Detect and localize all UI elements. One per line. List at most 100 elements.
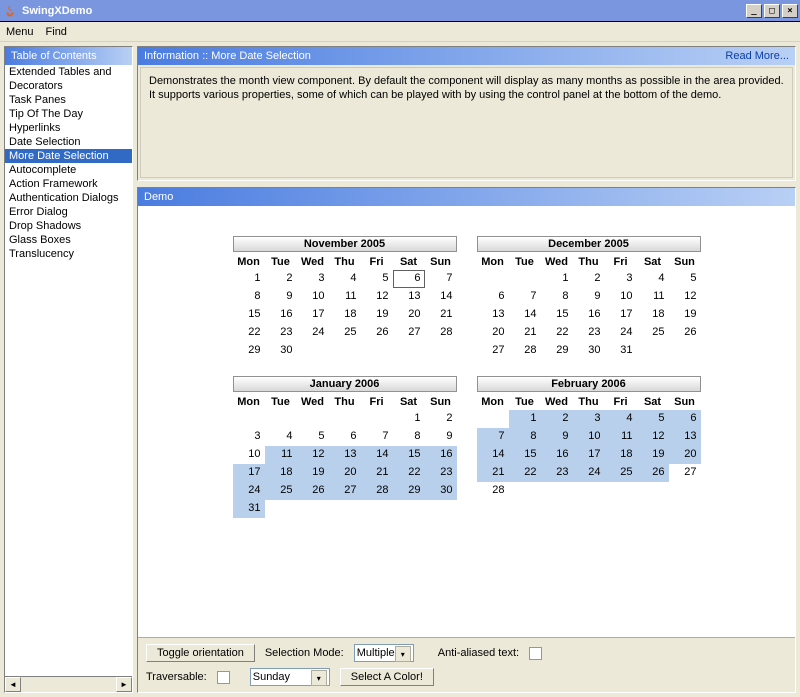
day-cell[interactable]: 29 <box>541 342 573 360</box>
day-cell[interactable]: 8 <box>509 428 541 446</box>
day-cell[interactable]: 29 <box>233 342 265 360</box>
first-dow-combo[interactable]: Sunday <box>250 668 330 686</box>
day-cell[interactable]: 12 <box>361 288 393 306</box>
day-cell[interactable]: 25 <box>329 324 361 342</box>
day-cell[interactable]: 6 <box>329 428 361 446</box>
scroll-right-icon[interactable]: ► <box>116 677 132 692</box>
day-cell[interactable]: 19 <box>669 306 701 324</box>
day-cell[interactable]: 13 <box>329 446 361 464</box>
day-cell[interactable]: 26 <box>637 464 669 482</box>
day-cell[interactable]: 18 <box>605 446 637 464</box>
sidebar-item[interactable]: Tip Of The Day <box>5 107 132 121</box>
day-cell[interactable]: 4 <box>265 428 297 446</box>
traversable-checkbox[interactable] <box>217 671 230 684</box>
day-cell[interactable]: 13 <box>669 428 701 446</box>
day-cell[interactable]: 16 <box>265 306 297 324</box>
day-cell[interactable]: 29 <box>393 482 425 500</box>
day-cell[interactable]: 3 <box>605 270 637 288</box>
day-cell[interactable]: 19 <box>297 464 329 482</box>
menu-menu[interactable]: Menu <box>6 26 34 38</box>
day-cell[interactable]: 12 <box>297 446 329 464</box>
day-cell[interactable]: 28 <box>425 324 457 342</box>
sidebar-item[interactable]: Hyperlinks <box>5 121 132 135</box>
day-cell[interactable]: 6 <box>477 288 509 306</box>
sidebar-item[interactable]: Action Framework <box>5 177 132 191</box>
sidebar-item[interactable]: Translucency <box>5 247 132 261</box>
sidebar-item[interactable]: Date Selection <box>5 135 132 149</box>
day-cell[interactable]: 9 <box>265 288 297 306</box>
sidebar-item[interactable]: Extended Tables and <box>5 65 132 79</box>
day-cell[interactable]: 10 <box>233 446 265 464</box>
day-cell[interactable]: 17 <box>233 464 265 482</box>
day-cell[interactable]: 19 <box>637 446 669 464</box>
day-cell[interactable]: 14 <box>361 446 393 464</box>
day-cell[interactable]: 1 <box>509 410 541 428</box>
day-cell[interactable]: 6 <box>393 270 425 288</box>
day-cell[interactable]: 6 <box>669 410 701 428</box>
day-cell[interactable]: 5 <box>637 410 669 428</box>
day-cell[interactable]: 1 <box>233 270 265 288</box>
day-cell[interactable]: 11 <box>637 288 669 306</box>
day-cell[interactable]: 12 <box>669 288 701 306</box>
day-cell[interactable]: 22 <box>541 324 573 342</box>
day-cell[interactable]: 22 <box>509 464 541 482</box>
day-cell[interactable]: 10 <box>573 428 605 446</box>
day-cell[interactable]: 28 <box>509 342 541 360</box>
sidebar-hscroll[interactable]: ◄ ► <box>5 676 132 692</box>
day-cell[interactable]: 25 <box>605 464 637 482</box>
day-cell[interactable]: 27 <box>477 342 509 360</box>
selection-mode-combo[interactable]: Multiple <box>354 644 414 662</box>
select-color-button[interactable]: Select A Color! <box>340 668 434 686</box>
day-cell[interactable]: 14 <box>477 446 509 464</box>
day-cell[interactable]: 16 <box>573 306 605 324</box>
day-cell[interactable]: 23 <box>573 324 605 342</box>
minimize-button[interactable]: _ <box>746 4 762 18</box>
day-cell[interactable]: 17 <box>297 306 329 324</box>
day-cell[interactable]: 2 <box>541 410 573 428</box>
day-cell[interactable]: 5 <box>669 270 701 288</box>
day-cell[interactable]: 9 <box>541 428 573 446</box>
sidebar-item[interactable]: Drop Shadows <box>5 219 132 233</box>
day-cell[interactable]: 21 <box>425 306 457 324</box>
day-cell[interactable]: 13 <box>477 306 509 324</box>
day-cell[interactable]: 1 <box>541 270 573 288</box>
day-cell[interactable]: 24 <box>297 324 329 342</box>
day-cell[interactable]: 15 <box>541 306 573 324</box>
day-cell[interactable]: 8 <box>233 288 265 306</box>
day-cell[interactable]: 7 <box>361 428 393 446</box>
day-cell[interactable]: 17 <box>573 446 605 464</box>
sidebar-item[interactable]: Authentication Dialogs <box>5 191 132 205</box>
day-cell[interactable]: 10 <box>605 288 637 306</box>
sidebar-item[interactable]: Autocomplete <box>5 163 132 177</box>
month-view[interactable]: November 2005MonTueWedThuFriSatSun123456… <box>138 206 795 637</box>
scroll-track[interactable] <box>21 677 116 692</box>
day-cell[interactable]: 24 <box>233 482 265 500</box>
day-cell[interactable]: 15 <box>393 446 425 464</box>
day-cell[interactable]: 18 <box>329 306 361 324</box>
day-cell[interactable]: 7 <box>477 428 509 446</box>
day-cell[interactable]: 12 <box>637 428 669 446</box>
day-cell[interactable]: 16 <box>425 446 457 464</box>
day-cell[interactable]: 3 <box>233 428 265 446</box>
day-cell[interactable]: 30 <box>425 482 457 500</box>
day-cell[interactable]: 13 <box>393 288 425 306</box>
day-cell[interactable]: 11 <box>605 428 637 446</box>
day-cell[interactable]: 18 <box>637 306 669 324</box>
day-cell[interactable]: 9 <box>425 428 457 446</box>
read-more-link[interactable]: Read More... <box>725 50 789 62</box>
day-cell[interactable]: 11 <box>329 288 361 306</box>
day-cell[interactable]: 30 <box>265 342 297 360</box>
day-cell[interactable]: 26 <box>361 324 393 342</box>
day-cell[interactable]: 23 <box>425 464 457 482</box>
toc-list[interactable]: Extended Tables andDecoratorsTask PanesT… <box>5 65 132 676</box>
day-cell[interactable]: 24 <box>573 464 605 482</box>
sidebar-item[interactable]: More Date Selection <box>5 149 132 163</box>
day-cell[interactable]: 23 <box>541 464 573 482</box>
antialias-checkbox[interactable] <box>529 647 542 660</box>
day-cell[interactable]: 7 <box>425 270 457 288</box>
day-cell[interactable]: 22 <box>233 324 265 342</box>
day-cell[interactable]: 2 <box>573 270 605 288</box>
day-cell[interactable]: 26 <box>297 482 329 500</box>
day-cell[interactable]: 18 <box>265 464 297 482</box>
day-cell[interactable]: 31 <box>605 342 637 360</box>
